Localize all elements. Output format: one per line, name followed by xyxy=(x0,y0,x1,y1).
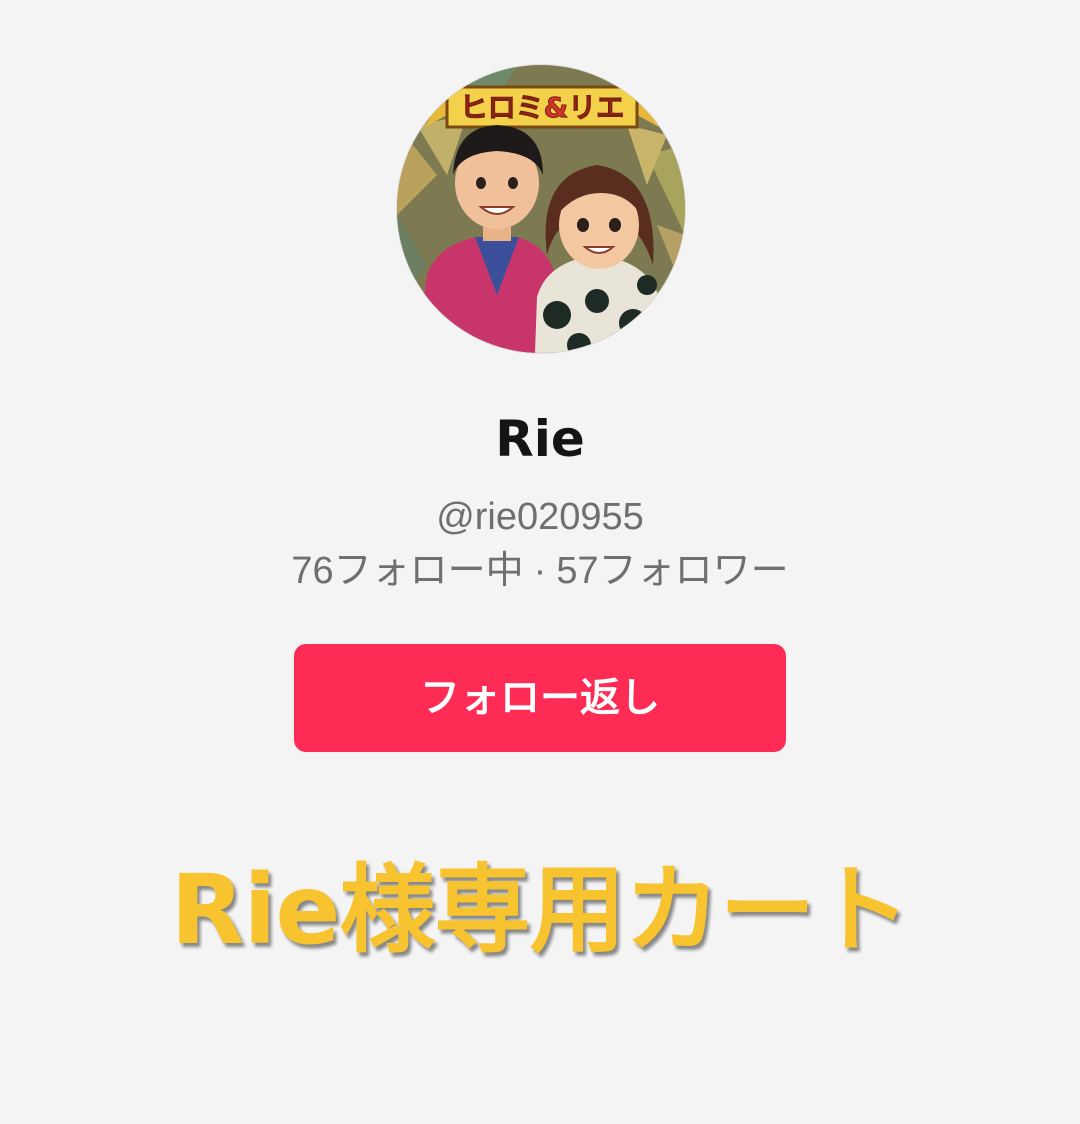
stats-separator: · xyxy=(533,550,547,592)
following-label: フォロー中 xyxy=(333,550,524,592)
followers-label: フォロワー xyxy=(598,550,789,592)
follow-stats: 76フォロー中 · 57フォロワー xyxy=(0,549,1080,593)
following-count: 76 xyxy=(291,550,334,592)
profile-avatar[interactable]: ヒロミ&リエ xyxy=(397,65,685,353)
follow-back-button[interactable]: フォロー返し xyxy=(294,644,786,752)
promo-overlay-text: Rie様専用カート xyxy=(170,854,911,966)
avatar-illustration: ヒロミ&リエ xyxy=(397,65,685,353)
following-link[interactable]: 76フォロー中 xyxy=(291,550,523,592)
avatar-banner-text: ヒロミ&リエ xyxy=(460,91,624,124)
followers-count: 57 xyxy=(556,550,599,592)
followers-link[interactable]: 57フォロワー xyxy=(556,550,788,592)
username: @rie020955 xyxy=(436,496,644,538)
display-name: Rie xyxy=(495,410,585,468)
